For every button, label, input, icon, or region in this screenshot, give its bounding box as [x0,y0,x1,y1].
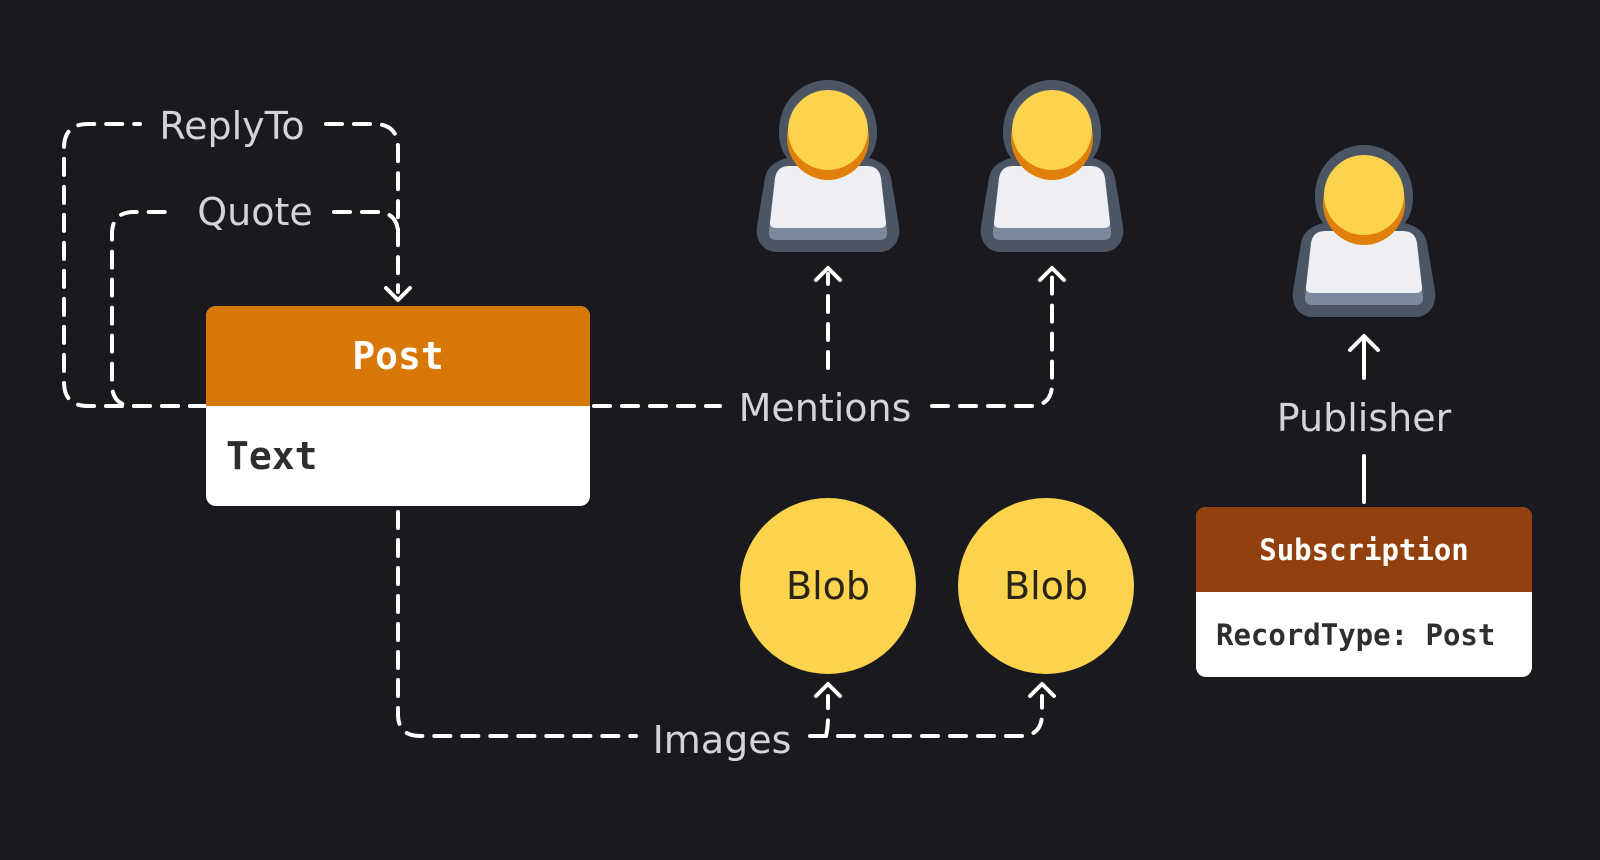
edge-label-quote: Quote [197,190,313,234]
user-icon [1292,145,1436,317]
post-record: Post Text [206,306,590,506]
user-icon [980,80,1124,252]
subscription-record-title: Subscription [1196,507,1532,592]
edge-label-replyto: ReplyTo [159,104,305,148]
blob-node: Blob [958,498,1134,674]
blob-node: Blob [740,498,916,674]
edge-images-branch-1 [824,694,830,738]
subscription-record: Subscription RecordType: Post [1196,507,1532,677]
edge-label-publisher: Publisher [1276,396,1452,440]
subscription-record-field: RecordType: Post [1216,617,1496,652]
edge-label-images: Images [652,718,792,762]
edge-images-path [396,510,1044,738]
post-record-title: Post [206,306,590,406]
post-record-field: Text [226,434,318,478]
edge-label-mentions: Mentions [738,386,912,430]
user-icon [756,80,900,252]
